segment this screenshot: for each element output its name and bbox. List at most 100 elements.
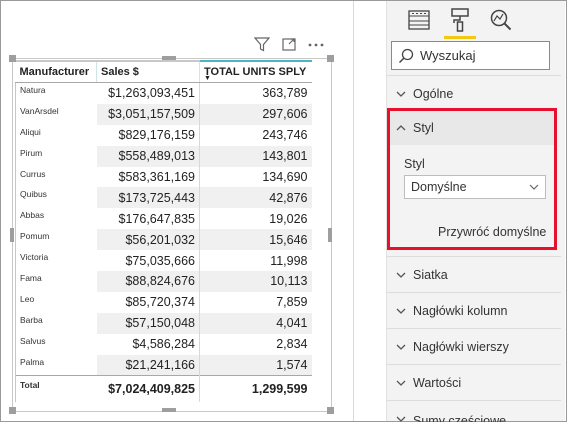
- cell-total-units-sply: 143,801: [199, 145, 312, 167]
- search-input[interactable]: Wyszukaj: [391, 41, 550, 70]
- resize-handle-left[interactable]: [10, 228, 14, 242]
- section-label: Styl: [413, 121, 434, 135]
- section-label: Sumy częściowe: [413, 414, 507, 422]
- section-wartosci[interactable]: Wartości: [387, 364, 561, 400]
- cell-total-units: 1,299,599: [199, 375, 312, 403]
- section-naglowki-kolumn[interactable]: Nagłówki kolumn: [387, 292, 561, 328]
- cell-sales: $176,647,835: [118, 211, 195, 226]
- table-row[interactable]: Abbas $176,647,835 19,026: [15, 208, 312, 230]
- cell-sales: $88,824,676: [96, 271, 200, 292]
- cell-manufacturer: Quibus: [15, 187, 97, 209]
- section-label: Ogólne: [413, 86, 454, 101]
- cell-manufacturer: Pirum: [15, 145, 97, 167]
- table-total-row: Total $7,024,409,825 1,299,599: [15, 375, 312, 403]
- resize-handle-top-right[interactable]: [327, 55, 334, 62]
- cell-sales: $1,263,093,451: [108, 86, 195, 101]
- table-row[interactable]: Barba $57,150,048 4,041: [15, 312, 312, 334]
- chevron-down-icon: [396, 91, 406, 97]
- analytics-icon: [490, 9, 512, 31]
- cell-total-units-sply: 363,789: [199, 82, 312, 104]
- column-header-total-units-sply[interactable]: TOTAL UNITS SPLY ▼: [199, 60, 312, 83]
- cell-sales: $829,176,159: [118, 128, 195, 143]
- cell-total-units-sply: 134,690: [199, 166, 312, 188]
- cell-sales: $57,150,048: [96, 312, 200, 334]
- cell-manufacturer: Fama: [15, 271, 97, 292]
- cell-sales: $85,720,374: [125, 295, 195, 310]
- table-row[interactable]: Salvus $4,586,284 2,834: [15, 333, 312, 355]
- cell-manufacturer: VanArsdel: [15, 103, 97, 125]
- data-table: Manufacturer Sales $ TOTAL UNITS SPLY ▼ N…: [15, 60, 312, 403]
- cell-total-units-sply: 19,026: [199, 208, 312, 230]
- table-row[interactable]: Natura $1,263,093,451 363,789: [15, 82, 312, 104]
- cell-manufacturer: Natura: [15, 82, 97, 104]
- section-siatka[interactable]: Siatka: [387, 256, 561, 292]
- table-row[interactable]: Pomum $56,201,032 15,646: [15, 229, 312, 251]
- style-dropdown-value: Domyślne: [411, 180, 467, 194]
- cell-total-units-sply: 4,041: [199, 312, 312, 334]
- cell-manufacturer: Abbas: [15, 208, 97, 230]
- resize-handle-bottom-left[interactable]: [9, 407, 16, 414]
- cell-total-label: Total: [15, 375, 97, 403]
- tab-format[interactable]: [444, 7, 476, 39]
- cell-manufacturer: Aliqui: [15, 124, 97, 146]
- search-placeholder: Wyszukaj: [420, 48, 476, 63]
- cell-total-units-sply: 15,646: [199, 229, 312, 251]
- cell-total-units-sply: 10,113: [199, 271, 312, 292]
- table-row[interactable]: Quibus $173,725,443 42,876: [15, 187, 312, 209]
- tab-fields[interactable]: [407, 7, 431, 33]
- chevron-down-icon: [396, 344, 406, 350]
- table-row[interactable]: Pirum $558,489,013 143,801: [15, 145, 312, 167]
- cell-sales: $558,489,013: [96, 145, 200, 167]
- table-row[interactable]: VanArsdel $3,051,157,509 297,606: [15, 103, 312, 125]
- chevron-down-icon: [396, 380, 406, 386]
- section-label: Siatka: [413, 267, 448, 282]
- resize-handle-bottom[interactable]: [162, 408, 176, 412]
- cell-sales: $4,586,284: [132, 337, 195, 352]
- section-ogolne[interactable]: Ogólne: [387, 75, 561, 111]
- chevron-down-icon: [396, 416, 406, 422]
- column-header-manufacturer[interactable]: Manufacturer: [15, 60, 97, 83]
- chevron-up-icon: [396, 125, 406, 131]
- cell-manufacturer: Victoria: [15, 250, 97, 272]
- style-dropdown[interactable]: Domyślne: [404, 175, 546, 199]
- table-row[interactable]: Currus $583,361,169 134,690: [15, 166, 312, 188]
- cell-sales: $583,361,169: [118, 170, 195, 184]
- more-options-icon[interactable]: [308, 43, 324, 47]
- section-styl-header[interactable]: Styl: [390, 111, 554, 145]
- canvas-margin: [354, 1, 387, 421]
- search-icon: [398, 48, 414, 63]
- table-row[interactable]: Victoria $75,035,666 11,998: [15, 250, 312, 272]
- cell-sales: $56,201,032: [96, 229, 200, 251]
- column-header-label: TOTAL UNITS SPLY: [204, 66, 307, 78]
- format-paint-roller-icon: [451, 8, 469, 32]
- cell-total-units-sply: 297,606: [199, 103, 312, 125]
- cell-total-units-sply: 11,998: [199, 250, 312, 272]
- fields-icon: [408, 10, 430, 30]
- table-row[interactable]: Aliqui $829,176,159 243,746: [15, 124, 312, 146]
- cell-manufacturer: Currus: [15, 166, 97, 188]
- table-row[interactable]: Leo $85,720,374 7,859: [15, 291, 312, 313]
- section-naglowki-wierszy[interactable]: Nagłówki wierszy: [387, 328, 561, 364]
- section-styl-highlight: Styl Styl Domyślne Przywróć domyślne: [387, 108, 557, 250]
- table-header-row: Manufacturer Sales $ TOTAL UNITS SPLY ▼: [15, 60, 312, 83]
- table-row[interactable]: Fama $88,824,676 10,113: [15, 271, 312, 292]
- cell-manufacturer: Leo: [15, 291, 97, 313]
- focus-mode-icon[interactable]: [282, 38, 296, 51]
- column-header-sales[interactable]: Sales $: [96, 60, 200, 83]
- filter-icon[interactable]: [254, 37, 270, 52]
- cell-manufacturer: Palma: [15, 354, 97, 376]
- section-label: Nagłówki kolumn: [413, 303, 508, 318]
- resize-handle-bottom-right[interactable]: [327, 407, 334, 414]
- cell-total-units-sply: 1,574: [199, 354, 312, 376]
- chevron-down-icon: [529, 184, 539, 190]
- table-row[interactable]: Palma $21,241,166 1,574: [15, 354, 312, 376]
- cell-total-units-sply: 7,859: [199, 291, 312, 313]
- resize-handle-right[interactable]: [328, 228, 332, 242]
- cell-sales: $3,051,157,509: [96, 103, 200, 125]
- section-label: Wartości: [413, 375, 462, 390]
- section-sumy-czesciowe[interactable]: Sumy częściowe: [387, 400, 561, 422]
- sort-descending-icon: ▼: [204, 75, 211, 82]
- reset-to-default-button[interactable]: Przywróć domyślne: [438, 225, 546, 239]
- tab-analytics[interactable]: [489, 7, 513, 33]
- chevron-down-icon: [396, 308, 406, 314]
